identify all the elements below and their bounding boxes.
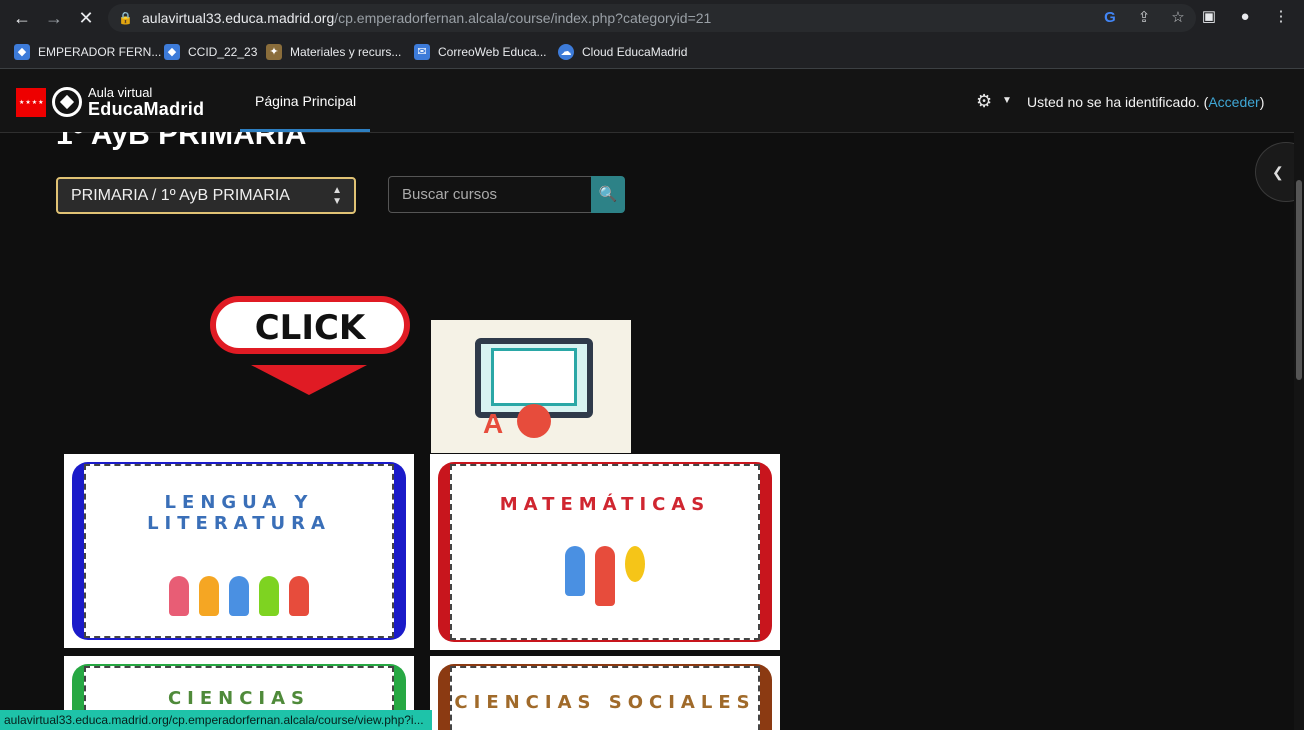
menu-dots-icon[interactable]: ⋮ <box>1270 6 1292 28</box>
course-card-lengua[interactable]: LENGUA Y LITERATURA <box>64 454 414 648</box>
login-link[interactable]: Acceder <box>1208 94 1259 110</box>
kids-illustration <box>169 576 309 616</box>
bookmark-item[interactable]: ◆ EMPERADOR FERN... <box>14 44 161 60</box>
lock-icon[interactable]: 🔒 <box>118 10 134 26</box>
kids-illustration <box>565 546 645 606</box>
layers-icon: ◆ <box>164 44 180 60</box>
education-illustration: A <box>431 320 631 453</box>
bookmark-item[interactable]: ✉ CorreoWeb Educa... <box>414 44 547 60</box>
course-card-ciencias-sociales[interactable]: CIENCIAS SOCIALES <box>430 656 780 730</box>
search-button[interactable]: 🔍 <box>591 176 625 213</box>
forward-arrow-icon[interactable]: → <box>42 6 66 30</box>
figure-icon: ✦ <box>266 44 282 60</box>
letter-graphic: A <box>483 408 504 439</box>
category-select[interactable]: PRIMARIA / 1º AyB PRIMARIA ▲ ▼ <box>56 177 356 214</box>
bookmark-item[interactable]: ☁ Cloud EducaMadrid <box>558 44 687 60</box>
click-banner: CLICK <box>210 296 410 354</box>
back-arrow-icon[interactable]: ← <box>10 6 34 30</box>
course-title: LENGUA Y LITERATURA <box>147 492 331 534</box>
site-navbar: ★★★★ Aula virtual EducaMadrid Página Pri… <box>0 69 1304 133</box>
student-graphic <box>517 404 551 438</box>
bookmark-item[interactable]: ✦ Materiales y recurs... <box>266 44 401 60</box>
chevron-left-icon: ❮ <box>1272 164 1284 180</box>
course-title: CIENCIAS SOCIALES <box>454 692 756 713</box>
layers-icon: ◆ <box>14 44 30 60</box>
search-input[interactable]: Buscar cursos <box>388 176 591 213</box>
bookmark-star-icon[interactable]: ☆ <box>1168 8 1188 28</box>
logo-subtitle[interactable]: Aula virtual <box>88 85 152 100</box>
chevron-down-icon[interactable]: ▼ <box>1002 95 1012 106</box>
login-status: Usted no se ha identificado. (Acceder) <box>1027 94 1265 110</box>
select-arrows-icon: ▲ ▼ <box>332 185 342 207</box>
nav-home-link[interactable]: Página Principal <box>255 93 356 109</box>
side-panel-icon[interactable]: ▣ <box>1198 6 1220 28</box>
share-icon[interactable]: ⇪ <box>1134 8 1154 28</box>
book-graphic <box>491 348 577 406</box>
bookmarks-bar: ◆ EMPERADOR FERN... ◆ CCID_22_23 ✦ Material… <box>0 36 1304 69</box>
madrid-flag-logo[interactable]: ★★★★ <box>16 88 46 117</box>
course-card-matematicas[interactable]: MATEMÁTICAS <box>430 454 780 650</box>
cloud-icon: ☁ <box>558 44 574 60</box>
nav-active-indicator <box>240 129 370 132</box>
browser-toolbar: ← → ✕ 🔒 aulavirtual33.educa.madrid.org/c… <box>0 0 1304 36</box>
down-arrow-icon <box>251 365 367 395</box>
search-icon: 🔍 <box>598 186 618 203</box>
scrollbar-thumb[interactable] <box>1296 180 1302 380</box>
course-title: MATEMÁTICAS <box>499 494 711 515</box>
course-title: CIENCIAS <box>167 688 311 709</box>
educamadrid-logo-icon[interactable] <box>52 87 82 117</box>
url-text[interactable]: aulavirtual33.educa.madrid.org/cp.empera… <box>142 10 711 26</box>
bookmark-item[interactable]: ◆ CCID_22_23 <box>164 44 257 60</box>
status-bar-url: aulavirtual33.educa.madrid.org/cp.empera… <box>0 710 432 730</box>
profile-icon[interactable]: ● <box>1234 6 1256 28</box>
mail-icon: ✉ <box>414 44 430 60</box>
logo-title[interactable]: EducaMadrid <box>88 99 204 120</box>
gear-icon[interactable]: ⚙ <box>976 91 992 112</box>
stop-loading-icon[interactable]: ✕ <box>74 6 98 30</box>
address-bar[interactable]: 🔒 aulavirtual33.educa.madrid.org/cp.empe… <box>108 4 1196 32</box>
google-icon[interactable]: G <box>1100 8 1120 28</box>
